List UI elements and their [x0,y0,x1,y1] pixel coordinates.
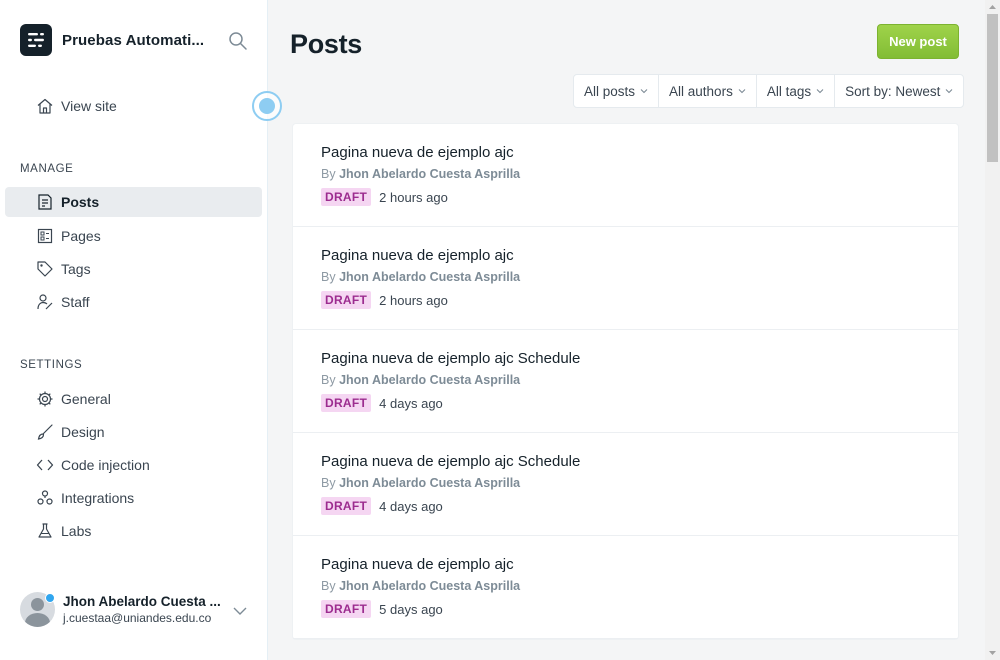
status-badge: DRAFT [321,291,372,309]
post-time: 2 hours ago [379,292,448,308]
new-post-button[interactable]: New post [877,24,959,59]
sidebar: Pruebas Automati... View site MANAGE Pos… [0,0,268,660]
post-title: Pagina nueva de ejemplo ajc [321,247,514,264]
flask-icon [38,523,52,538]
filter-sort[interactable]: Sort by: Newest [835,75,963,107]
sidebar-item-general[interactable]: General [5,384,262,414]
settings-section-label: SETTINGS [20,359,83,371]
staff-icon [37,294,53,310]
status-badge: DRAFT [321,600,372,618]
ghost-logo-icon [20,24,52,56]
site-title: Pruebas Automati... [62,31,205,49]
scroll-down-icon[interactable] [988,649,997,657]
posts-icon [38,194,52,210]
post-author: Jhon Abelardo Cuesta Asprilla [339,476,521,490]
sidebar-item-code-injection[interactable]: Code injection [5,450,262,480]
filter-all-posts[interactable]: All posts [574,75,660,107]
filter-all-tags[interactable]: All tags [757,75,836,107]
sidebar-item-design[interactable]: Design [5,417,262,447]
sidebar-item-label: Staff [61,294,90,310]
chevron-down-icon[interactable] [232,604,248,618]
post-byline: By Jhon Abelardo Cuesta Asprilla [321,579,521,593]
notification-dot [45,593,55,603]
filter-bar: All posts All authors All tags Sort by: … [573,74,965,108]
post-title: Pagina nueva de ejemplo ajc Schedule [321,350,581,367]
list-item[interactable]: Pagina nueva de ejemplo ajc Schedule By … [293,330,958,433]
post-author: Jhon Abelardo Cuesta Asprilla [339,373,521,387]
sidebar-item-label: Code injection [61,457,150,473]
home-icon [37,98,53,114]
brand[interactable]: Pruebas Automati... [20,24,212,56]
post-title: Pagina nueva de ejemplo ajc Schedule [321,453,581,470]
filter-label: Sort by: Newest [845,83,941,99]
list-item[interactable]: Pagina nueva de ejemplo ajc By Jhon Abel… [293,124,958,227]
sidebar-item-labs[interactable]: Labs [5,516,262,546]
post-list: Pagina nueva de ejemplo ajc By Jhon Abel… [292,123,959,640]
post-author: Jhon Abelardo Cuesta Asprilla [339,167,521,181]
status-badge: DRAFT [321,394,372,412]
post-time: 5 days ago [379,601,443,617]
list-item[interactable]: Pagina nueva de ejemplo ajc Schedule By … [293,433,958,536]
user-name: Jhon Abelardo Cuesta ... [63,594,221,609]
pages-icon [37,228,53,244]
post-title: Pagina nueva de ejemplo ajc [321,556,514,573]
post-byline: By Jhon Abelardo Cuesta Asprilla [321,167,521,181]
sidebar-item-label: Posts [61,194,100,210]
caret-down-icon [946,89,953,94]
post-byline: By Jhon Abelardo Cuesta Asprilla [321,373,521,387]
scrollbar-thumb[interactable] [987,14,998,162]
view-site-label: View site [61,98,117,114]
post-author: Jhon Abelardo Cuesta Asprilla [339,270,521,284]
caret-down-icon [738,89,746,94]
scroll-up-icon[interactable] [988,3,997,11]
integrations-icon [37,490,53,505]
sidebar-item-staff[interactable]: Staff [5,287,262,317]
user-email: j.cuestaa@uniandes.edu.co [63,611,212,625]
list-item[interactable]: Pagina nueva de ejemplo ajc By Jhon Abel… [293,227,958,330]
sidebar-item-label: Pages [61,228,101,244]
sidebar-item-posts[interactable]: Posts [5,187,262,217]
post-time: 4 days ago [379,498,443,514]
post-author: Jhon Abelardo Cuesta Asprilla [339,579,521,593]
sidebar-item-label: General [61,391,111,407]
sidebar-item-label: Labs [61,523,92,539]
manage-section-label: MANAGE [20,163,74,175]
sidebar-item-pages[interactable]: Pages [5,221,262,251]
search-icon[interactable] [228,31,248,51]
filter-label: All authors [669,83,733,99]
post-byline: By Jhon Abelardo Cuesta Asprilla [321,270,521,284]
list-item[interactable]: Pagina nueva de ejemplo ajc By Jhon Abel… [293,536,958,639]
status-badge: DRAFT [321,188,372,206]
sidebar-item-label: Design [61,424,105,440]
view-site-link[interactable]: View site [5,91,262,121]
sidebar-item-label: Integrations [61,490,135,506]
post-byline: By Jhon Abelardo Cuesta Asprilla [321,476,521,490]
sidebar-item-integrations[interactable]: Integrations [5,483,262,513]
code-icon [36,459,54,471]
caret-down-icon [640,89,648,94]
tag-icon [37,261,53,277]
filter-label: All tags [766,83,812,99]
filter-all-authors[interactable]: All authors [659,75,757,107]
post-time: 4 days ago [379,395,443,411]
status-badge: DRAFT [321,497,372,515]
brush-icon [37,424,53,440]
sidebar-item-tags[interactable]: Tags [5,254,262,284]
sidebar-item-label: Tags [61,261,91,277]
post-title: Pagina nueva de ejemplo ajc [321,144,514,161]
post-time: 2 hours ago [379,189,448,205]
gear-icon [37,391,53,407]
onboarding-pulse-indicator[interactable] [252,91,282,121]
page-title: Posts [290,29,363,59]
caret-down-icon [816,89,824,94]
filter-label: All posts [584,83,636,99]
